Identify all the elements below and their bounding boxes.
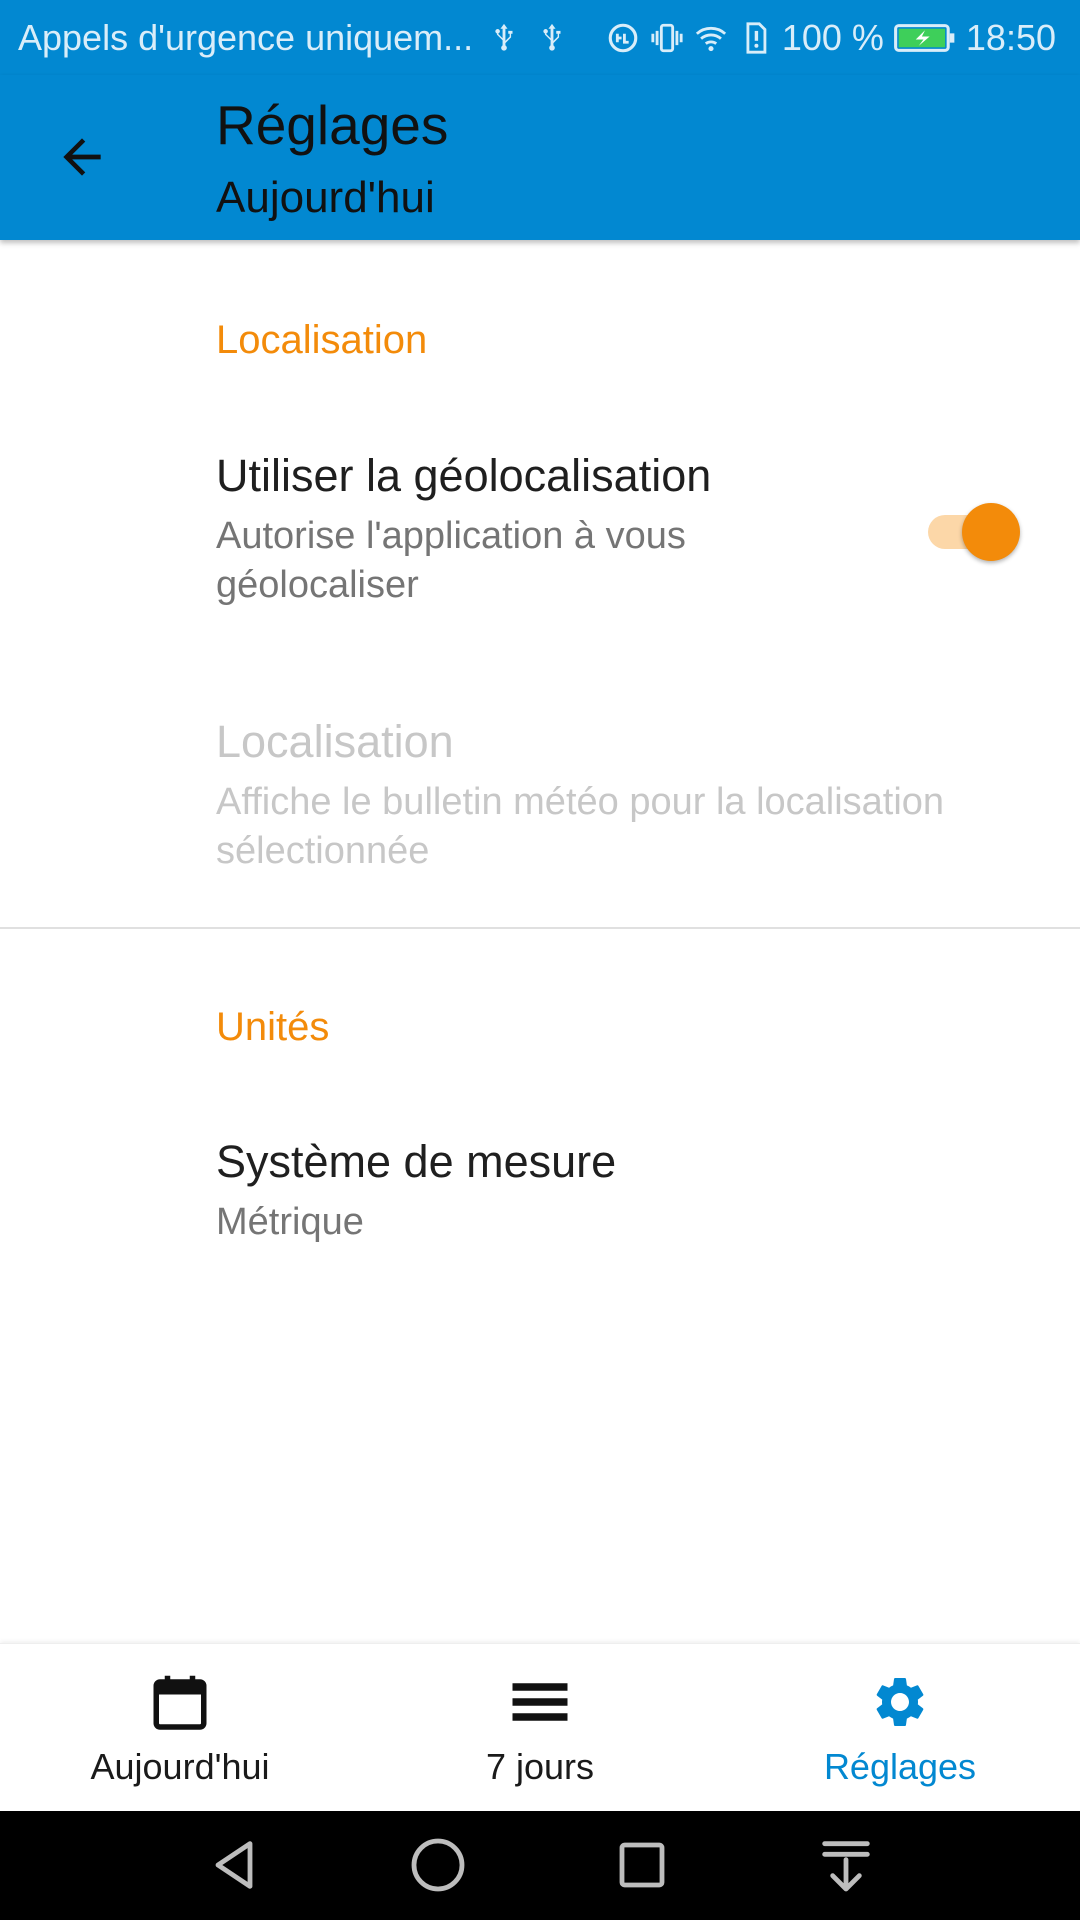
carrier-text: Appels d'urgence uniquem...	[18, 16, 474, 58]
triangle-back-icon	[215, 1841, 253, 1889]
toggle-thumb	[962, 503, 1020, 561]
section-header-units: Unités	[216, 1005, 330, 1049]
measurement-system-preference[interactable]: Système de mesure Métrique	[0, 1120, 1080, 1270]
arrow-back-icon	[63, 138, 101, 176]
page-title: Réglages	[216, 94, 449, 156]
back-button[interactable]	[42, 117, 122, 197]
status-bar: Appels d'urgence uniquem... 100 % 18:50	[0, 0, 1080, 75]
nav-item-settings[interactable]: Réglages	[720, 1644, 1080, 1812]
location-summary: Affiche le bulletin météo pour la locali…	[216, 781, 945, 872]
nav-item-today[interactable]: Aujourd'hui	[0, 1644, 360, 1812]
geolocation-preference[interactable]: Utiliser la géolocalisation Autorise l'a…	[0, 430, 1080, 630]
system-back-button[interactable]	[202, 1833, 266, 1897]
system-home-button[interactable]	[406, 1833, 470, 1897]
app-bar: Réglages Aujourd'hui	[0, 75, 1080, 240]
nav-label-7-days: 7 jours	[485, 1746, 595, 1787]
page-subtitle: Aujourd'hui	[216, 173, 435, 222]
status-right: 100 % 18:50	[606, 0, 1056, 75]
nav-label-settings: Réglages	[823, 1746, 977, 1787]
gear-icon	[870, 1672, 930, 1732]
notification-pulldown-button[interactable]	[814, 1833, 878, 1897]
status-left: Appels d'urgence uniquem...	[18, 0, 569, 75]
list-icon	[510, 1672, 570, 1732]
settings-screen: Appels d'urgence uniquem... 100 % 18:50 …	[0, 0, 1080, 1920]
calendar-icon	[150, 1672, 210, 1732]
sim-alert-icon	[738, 21, 772, 55]
battery-charging-icon	[893, 21, 956, 55]
section-header-location: Localisation	[216, 318, 428, 362]
square-recents-icon	[619, 1842, 665, 1888]
section-divider	[0, 927, 1080, 929]
system-navigation-bar	[0, 1811, 1080, 1920]
location-preference[interactable]: Localisation Affiche le bulletin météo p…	[0, 700, 1080, 900]
usb-icon	[535, 21, 569, 55]
geolocation-summary: Autorise l'application à vous géolocalis…	[216, 515, 686, 606]
nav-label-today: Aujourd'hui	[90, 1746, 270, 1787]
geolocation-toggle[interactable]	[924, 502, 1022, 562]
circle-home-icon	[411, 1838, 465, 1892]
measurement-system-value: Métrique	[216, 1201, 364, 1243]
nav-item-7-days[interactable]: 7 jours	[360, 1644, 720, 1812]
vibrate-icon	[650, 21, 684, 55]
location-title: Localisation	[216, 716, 454, 767]
battery-percent: 100 %	[781, 16, 884, 58]
system-recents-button[interactable]	[610, 1833, 674, 1897]
usb-icon	[487, 21, 521, 55]
data-saver-icon	[606, 21, 640, 55]
measurement-system-title: Système de mesure	[216, 1136, 617, 1187]
bottom-navigation: Aujourd'hui 7 jours Réglages	[0, 1643, 1080, 1812]
wifi-icon	[694, 21, 728, 55]
geolocation-title: Utiliser la géolocalisation	[216, 450, 712, 501]
pull-down-icon	[822, 1841, 870, 1892]
clock: 18:50	[965, 16, 1056, 58]
